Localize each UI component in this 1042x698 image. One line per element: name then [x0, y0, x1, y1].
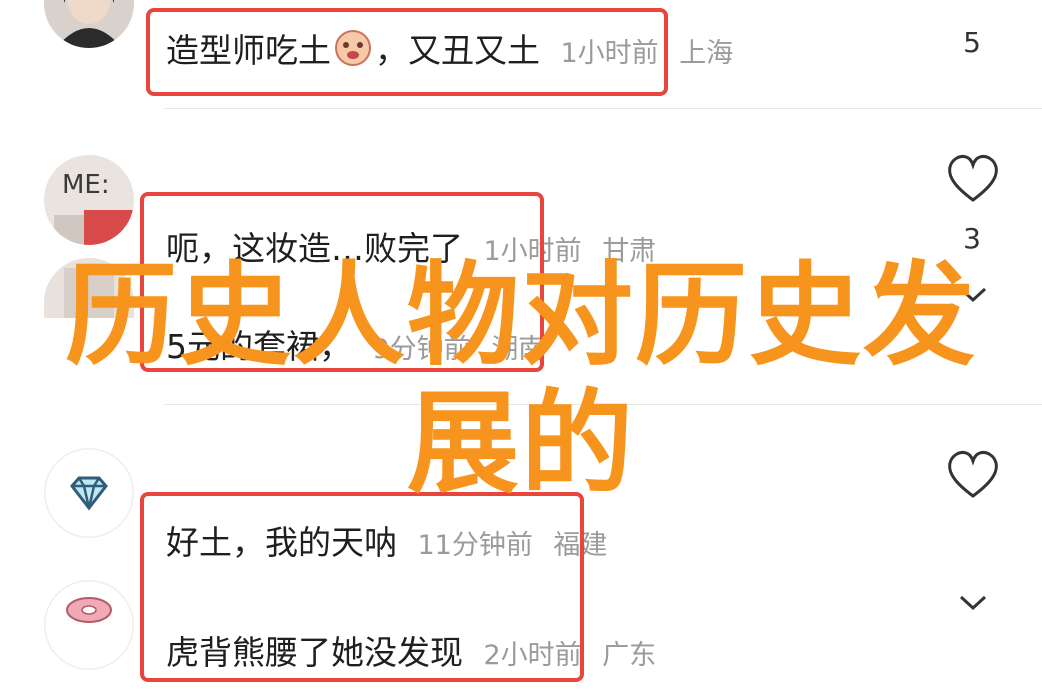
like-count: 5: [963, 26, 981, 59]
comment-time: 11分钟前: [417, 530, 533, 561]
avatar[interactable]: [44, 580, 134, 670]
chevron-down-icon[interactable]: [958, 594, 988, 616]
comment-text: 虎背熊腰了她没发现: [166, 633, 463, 672]
overlay-title-line1: 历史人物对历史发: [65, 251, 977, 381]
comment-text: 好土，我的天呐: [166, 523, 397, 562]
comment-location: 上海: [679, 38, 734, 69]
comment-1: 造型师吃土 ，又丑又土 1小时前 上海: [166, 24, 733, 72]
comment-text-suffix: ，又丑又土: [375, 31, 540, 70]
comment-time: 2小时前: [483, 640, 582, 671]
avatar[interactable]: [44, 0, 134, 48]
overlay-title: 历史人物对历史发 展的: [0, 252, 1042, 508]
avatar-text: ME:: [62, 170, 110, 200]
comment-4: 好土，我的天呐 11分钟前 福建: [166, 516, 607, 564]
comment-time: 1小时前: [560, 38, 659, 69]
avatar[interactable]: ME:: [44, 155, 134, 245]
pleading-face-emoji: [333, 28, 373, 68]
heart-icon[interactable]: [946, 154, 1000, 208]
comment-location: 广东: [602, 640, 657, 671]
comment-text: 造型师吃土: [166, 31, 331, 70]
overlay-title-line2: 展的: [407, 379, 635, 509]
comment-5: 虎背熊腰了她没发现 2小时前 广东: [166, 626, 656, 674]
donut-icon: [66, 597, 112, 623]
comment-location: 福建: [553, 530, 608, 561]
divider: [164, 108, 1042, 109]
heart-icon[interactable]: [950, 0, 998, 16]
